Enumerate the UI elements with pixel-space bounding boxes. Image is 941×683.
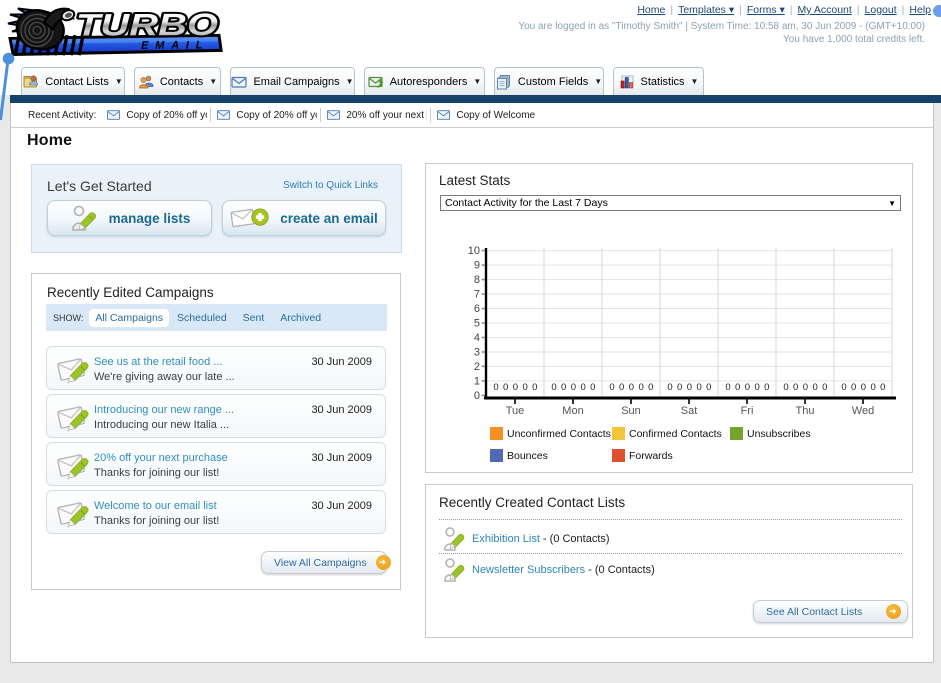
svg-text:0: 0 [822, 382, 827, 393]
svg-text:Mon: Mon [562, 405, 583, 417]
svg-text:0: 0 [764, 382, 769, 393]
svg-text:3: 3 [474, 347, 480, 359]
svg-text:0: 0 [793, 382, 798, 393]
svg-text:Wed: Wed [852, 405, 874, 417]
svg-text:7: 7 [474, 289, 480, 301]
svg-text:0: 0 [783, 382, 788, 393]
svg-text:0: 0 [493, 382, 498, 393]
svg-text:10: 10 [468, 245, 480, 257]
svg-text:0: 0 [513, 382, 518, 393]
svg-text:0: 0 [812, 382, 817, 393]
svg-text:0: 0 [677, 382, 682, 393]
svg-text:0: 0 [503, 382, 508, 393]
svg-text:Thu: Thu [796, 405, 815, 417]
svg-text:0: 0 [590, 382, 595, 393]
svg-text:9: 9 [474, 260, 480, 272]
svg-text:0: 0 [648, 382, 653, 393]
svg-text:Fri: Fri [741, 405, 754, 417]
svg-text:Sun: Sun [621, 405, 641, 417]
svg-text:0: 0 [841, 382, 846, 393]
svg-text:0: 0 [561, 382, 566, 393]
svg-text:0: 0 [696, 382, 701, 393]
svg-text:0: 0 [609, 382, 614, 393]
svg-text:0: 0 [851, 382, 856, 393]
svg-text:2: 2 [474, 361, 480, 373]
svg-text:0: 0 [532, 382, 537, 393]
svg-text:0: 0 [522, 382, 527, 393]
svg-text:0: 0 [687, 382, 692, 393]
svg-text:0: 0 [638, 382, 643, 393]
svg-text:Sat: Sat [681, 405, 698, 417]
svg-text:0: 0 [474, 390, 480, 402]
svg-text:0: 0 [551, 382, 556, 393]
svg-text:1: 1 [474, 375, 480, 387]
svg-text:0: 0 [861, 382, 866, 393]
svg-text:0: 0 [803, 382, 808, 393]
svg-text:0: 0 [580, 382, 585, 393]
svg-text:0: 0 [667, 382, 672, 393]
svg-text:6: 6 [474, 303, 480, 315]
svg-text:TURBO: TURBO [76, 7, 218, 43]
svg-text:5: 5 [474, 318, 480, 330]
svg-text:0: 0 [725, 382, 730, 393]
svg-text:0: 0 [735, 382, 740, 393]
svg-text:8: 8 [474, 274, 480, 286]
svg-text:0: 0 [706, 382, 711, 393]
svg-text:0: 0 [629, 382, 634, 393]
svg-text:4: 4 [474, 332, 480, 344]
svg-text:0: 0 [754, 382, 759, 393]
svg-text:0: 0 [619, 382, 624, 393]
svg-text:0: 0 [870, 382, 875, 393]
svg-text:0: 0 [880, 382, 885, 393]
svg-text:0: 0 [745, 382, 750, 393]
svg-text:0: 0 [571, 382, 576, 393]
svg-text:Tue: Tue [506, 405, 525, 417]
